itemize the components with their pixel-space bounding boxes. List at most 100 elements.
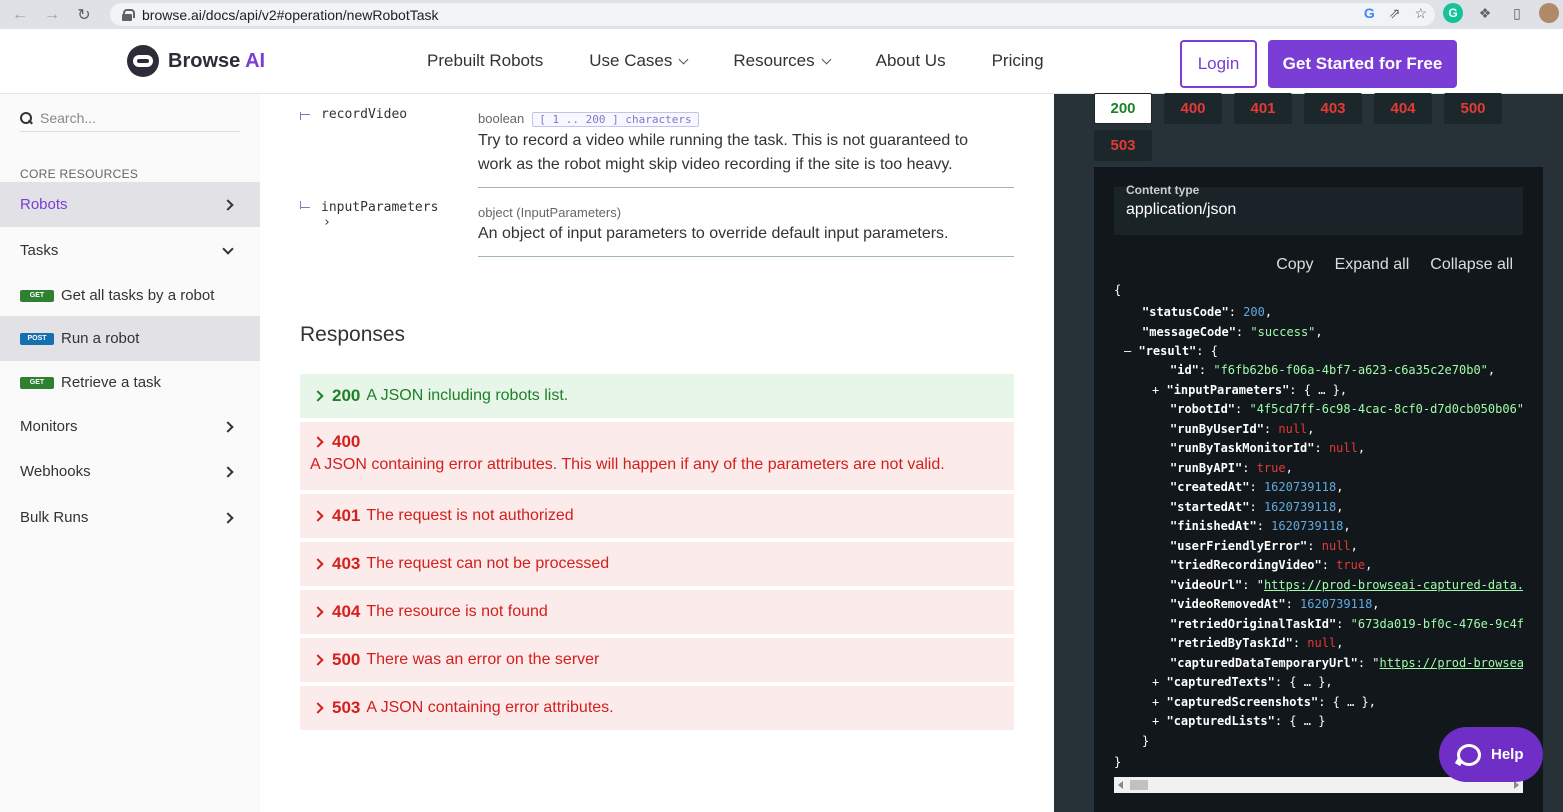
tab-200[interactable]: 200 — [1094, 93, 1152, 124]
response-400[interactable]: 400 A JSON containing error attributes. … — [300, 422, 1014, 490]
content-type-value: application/json — [1126, 201, 1237, 218]
grammarly-icon[interactable]: G — [1443, 3, 1463, 23]
response-sample: Content type application/json Copy Expan… — [1094, 167, 1543, 812]
response-401[interactable]: 401 The request is not authorized — [300, 494, 1014, 538]
sidebar: Search... CORE RESOURCES Robots Tasks GE… — [0, 94, 260, 812]
chevron-right-icon — [312, 654, 324, 666]
get-badge: GET — [20, 376, 54, 389]
param-name-expandable[interactable]: inputParameters › — [321, 200, 438, 230]
tab-401[interactable]: 401 — [1234, 93, 1292, 124]
profile-avatar[interactable] — [1539, 3, 1559, 23]
sidebar-item-monitors[interactable]: Monitors — [0, 404, 260, 449]
param-name: recordVideo — [321, 107, 408, 122]
reload-icon[interactable]: ↻ — [72, 3, 96, 27]
divider — [478, 187, 1014, 188]
logo-accent: AI — [245, 49, 266, 72]
chevron-right-icon — [312, 702, 324, 714]
sample-actions: Copy Expand all Collapse all — [1276, 256, 1513, 274]
extensions-icon[interactable]: ❖ — [1475, 3, 1495, 23]
chevron-right-icon — [222, 198, 234, 211]
login-button[interactable]: Login — [1180, 40, 1257, 88]
video-url-link[interactable]: https://prod-browseai-captured-data.s — [1264, 578, 1523, 592]
collapse-all-button[interactable]: Collapse all — [1430, 256, 1513, 274]
expand-toggle-icon[interactable]: + — [1152, 695, 1159, 709]
robot-logo-icon — [127, 45, 159, 77]
scroll-right-icon[interactable] — [1514, 781, 1519, 789]
site-header: Browse AI Prebuilt Robots Use Cases Reso… — [0, 29, 1563, 94]
nav-prebuilt-robots[interactable]: Prebuilt Robots — [427, 51, 543, 71]
tree-branch — [300, 207, 310, 208]
section-label: CORE RESOURCES — [20, 167, 139, 181]
param-type: boolean[ 1 .. 200 ] characters — [478, 111, 699, 127]
chevron-down-icon — [222, 242, 234, 255]
response-samples-panel: 200 400 401 403 404 500 503 Content type… — [1054, 93, 1563, 812]
url-text: browse.ai/docs/api/v2#operation/newRobot… — [142, 6, 439, 23]
chevron-right-icon — [312, 606, 324, 618]
logo-text: Browse — [168, 49, 241, 72]
param-description: An object of input parameters to overrid… — [478, 225, 949, 242]
browse-ai-logo[interactable]: Browse AI — [127, 45, 265, 77]
tab-400[interactable]: 400 — [1164, 93, 1222, 124]
chevron-down-icon — [821, 54, 832, 64]
search-field[interactable]: Search... — [20, 104, 240, 132]
response-200[interactable]: 200 A JSON including robots list. — [300, 374, 1014, 418]
chevron-right-icon — [312, 558, 324, 570]
forward-icon[interactable]: → — [40, 3, 64, 27]
collapse-toggle-icon[interactable]: – — [1124, 344, 1131, 358]
sidebar-item-run-a-robot[interactable]: POST Run a robot — [0, 316, 260, 361]
param-description: Try to record a video while running the … — [478, 132, 969, 173]
scroll-left-icon[interactable] — [1118, 781, 1123, 789]
bookmark-star-icon[interactable]: ☆ — [1414, 5, 1427, 22]
get-badge: GET — [20, 289, 54, 302]
nav-about-us[interactable]: About Us — [876, 51, 946, 71]
expand-toggle-icon[interactable]: + — [1152, 383, 1159, 397]
tab-404[interactable]: 404 — [1374, 93, 1432, 124]
chat-bubble-icon — [1457, 743, 1481, 766]
param-type: object (InputParameters) — [478, 205, 622, 220]
help-button[interactable]: Help — [1439, 727, 1543, 782]
divider — [478, 256, 1014, 257]
response-403[interactable]: 403 The request can not be processed — [300, 542, 1014, 586]
expand-toggle-icon[interactable]: + — [1152, 675, 1159, 689]
content-type-label: Content type — [1126, 183, 1200, 197]
nav-pricing[interactable]: Pricing — [992, 51, 1044, 71]
expand-arrow-icon[interactable]: › — [321, 215, 438, 230]
response-404[interactable]: 404 The resource is not found — [300, 590, 1014, 634]
tab-503[interactable]: 503 — [1094, 130, 1152, 161]
chevron-down-icon — [678, 54, 689, 64]
expand-toggle-icon[interactable]: + — [1152, 714, 1159, 728]
search-input[interactable]: Search... — [40, 110, 96, 126]
captured-data-link[interactable]: https://prod-browseai — [1380, 656, 1523, 670]
response-503[interactable]: 503 A JSON containing error attributes. — [300, 686, 1014, 730]
sidebar-item-webhooks[interactable]: Webhooks — [0, 449, 260, 494]
sidebar-item-tasks[interactable]: Tasks — [0, 228, 260, 273]
chevron-right-icon — [312, 510, 324, 522]
param-constraint: [ 1 .. 200 ] characters — [532, 112, 699, 127]
sidebar-item-robots[interactable]: Robots — [0, 182, 260, 227]
response-500[interactable]: 500 There was an error on the server — [300, 638, 1014, 682]
nav-resources[interactable]: Resources — [733, 51, 832, 71]
sidepanel-icon[interactable]: ▯ — [1507, 3, 1527, 23]
nav-use-cases[interactable]: Use Cases — [589, 51, 689, 71]
share-icon[interactable]: ⇗ — [1389, 5, 1401, 22]
copy-button[interactable]: Copy — [1276, 256, 1313, 274]
tab-500[interactable]: 500 — [1444, 93, 1502, 124]
back-icon[interactable]: ← — [8, 3, 32, 27]
chevron-right-icon — [312, 436, 324, 448]
address-bar[interactable]: browse.ai/docs/api/v2#operation/newRobot… — [110, 3, 1435, 26]
get-started-button[interactable]: Get Started for Free — [1268, 40, 1457, 88]
content-type-box: Content type application/json — [1114, 183, 1523, 235]
sidebar-item-retrieve-task[interactable]: GET Retrieve a task — [0, 360, 260, 405]
expand-all-button[interactable]: Expand all — [1335, 256, 1410, 274]
chevron-right-icon — [222, 511, 234, 524]
sidebar-item-bulk-runs[interactable]: Bulk Runs — [0, 495, 260, 540]
main-content: recordVideo boolean[ 1 .. 200 ] characte… — [260, 94, 1054, 812]
tab-403[interactable]: 403 — [1304, 93, 1362, 124]
google-icon[interactable]: G — [1364, 5, 1375, 22]
search-icon — [20, 111, 32, 124]
sidebar-item-get-all-tasks[interactable]: GET Get all tasks by a robot — [0, 273, 260, 318]
scroll-thumb[interactable] — [1130, 780, 1148, 790]
chevron-right-icon — [222, 465, 234, 478]
top-navigation: Prebuilt Robots Use Cases Resources Abou… — [427, 51, 1090, 71]
tree-branch — [300, 114, 310, 115]
